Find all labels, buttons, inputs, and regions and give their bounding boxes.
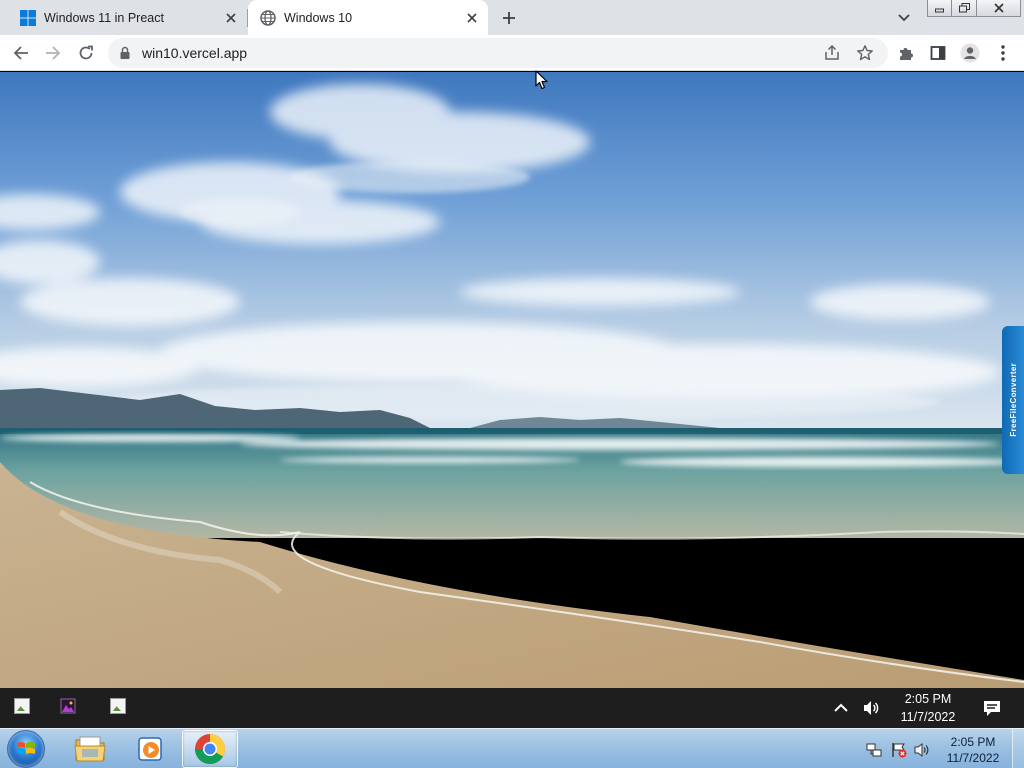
chevron-up-icon — [834, 703, 848, 712]
reload-icon — [79, 45, 93, 60]
forward-icon — [46, 46, 61, 60]
action-center-flag-icon[interactable] — [891, 742, 907, 758]
host-taskbar: 2:05 PM 11/7/2022 — [0, 728, 1024, 768]
taskbar-windows-explorer[interactable] — [62, 730, 118, 768]
volume-button[interactable] — [859, 688, 885, 728]
host-clock[interactable]: 2:05 PM 11/7/2022 — [940, 734, 1006, 766]
web-date: 11/7/2022 — [900, 710, 956, 724]
lock-icon[interactable] — [118, 46, 132, 60]
notifications-button[interactable] — [978, 688, 1006, 728]
broken-image-icon[interactable] — [14, 698, 32, 716]
taskbar-google-chrome[interactable] — [182, 730, 238, 768]
chevron-down-icon — [898, 14, 910, 22]
screen: Windows 11 in Preact Windows 10 win10.ve… — [0, 0, 1024, 768]
reload-button[interactable] — [73, 40, 99, 66]
extensions-icon — [900, 48, 913, 60]
windows-logo-icon — [20, 9, 36, 26]
plus-icon — [503, 12, 515, 24]
web-clock[interactable]: 2:05 PM 11/7/2022 — [888, 690, 968, 726]
free-file-converter-widget[interactable]: FreeFileConverter — [1002, 326, 1024, 474]
restore-icon — [958, 3, 970, 13]
tab-windows-10[interactable]: Windows 10 — [248, 0, 488, 35]
close-icon — [993, 3, 1004, 13]
taskbar-media-player[interactable] — [122, 730, 178, 768]
broken-image-icon[interactable] — [110, 698, 128, 716]
side-widget-label: FreeFileConverter — [1008, 363, 1018, 437]
web-taskbar: 2:05 PM 11/7/2022 — [0, 688, 1024, 728]
restore-button[interactable] — [952, 0, 977, 17]
media-player-icon — [138, 737, 162, 761]
volume-icon[interactable] — [914, 742, 930, 758]
close-tab-icon[interactable] — [464, 10, 480, 26]
back-icon — [13, 46, 28, 60]
web-time: 2:05 PM — [904, 692, 952, 706]
windows-flag-icon — [17, 742, 35, 754]
web-desktop[interactable]: FreeFileConverter — [0, 72, 1024, 688]
profile-button[interactable] — [957, 40, 983, 66]
close-window-button[interactable] — [977, 0, 1021, 17]
window-controls — [927, 0, 1021, 18]
menu-button[interactable] — [990, 40, 1016, 66]
photos-icon[interactable] — [60, 698, 78, 716]
start-button[interactable] — [7, 730, 45, 768]
host-date: 11/7/2022 — [946, 751, 1000, 765]
minimize-button[interactable] — [927, 0, 952, 17]
globe-icon — [260, 9, 276, 26]
side-panel-button[interactable] — [925, 40, 951, 66]
chrome-icon — [195, 734, 226, 765]
extensions-button[interactable] — [893, 40, 919, 66]
tab-windows-11[interactable]: Windows 11 in Preact — [0, 0, 247, 35]
close-tab-icon[interactable] — [223, 10, 239, 26]
back-button[interactable] — [8, 40, 34, 66]
network-icon[interactable] — [866, 742, 882, 758]
tab-title: Windows 10 — [284, 10, 353, 25]
tab-search-button[interactable] — [894, 8, 914, 28]
forward-button[interactable] — [40, 40, 66, 66]
new-tab-button[interactable] — [497, 6, 521, 30]
host-time: 2:05 PM — [950, 735, 996, 749]
browser-tabstrip: Windows 11 in Preact Windows 10 — [0, 0, 1024, 35]
show-desktop-button[interactable] — [1012, 729, 1024, 768]
share-icon[interactable] — [823, 44, 841, 62]
volume-icon — [864, 701, 879, 715]
url-text[interactable]: win10.vercel.app — [142, 45, 247, 61]
show-hidden-icons-button[interactable] — [829, 688, 853, 728]
minimize-icon — [935, 8, 944, 12]
tab-title: Windows 11 in Preact — [44, 10, 164, 25]
browser-toolbar: win10.vercel.app — [0, 35, 1024, 71]
notifications-icon — [984, 700, 1000, 716]
menu-icon — [1001, 45, 1005, 61]
mouse-cursor-icon — [535, 70, 548, 90]
folder-icon — [74, 736, 106, 762]
profile-icon — [960, 43, 980, 63]
side-panel-icon — [930, 46, 946, 60]
star-icon[interactable] — [856, 44, 874, 62]
beach-wallpaper — [0, 72, 1024, 688]
address-bar[interactable]: win10.vercel.app — [108, 38, 888, 68]
